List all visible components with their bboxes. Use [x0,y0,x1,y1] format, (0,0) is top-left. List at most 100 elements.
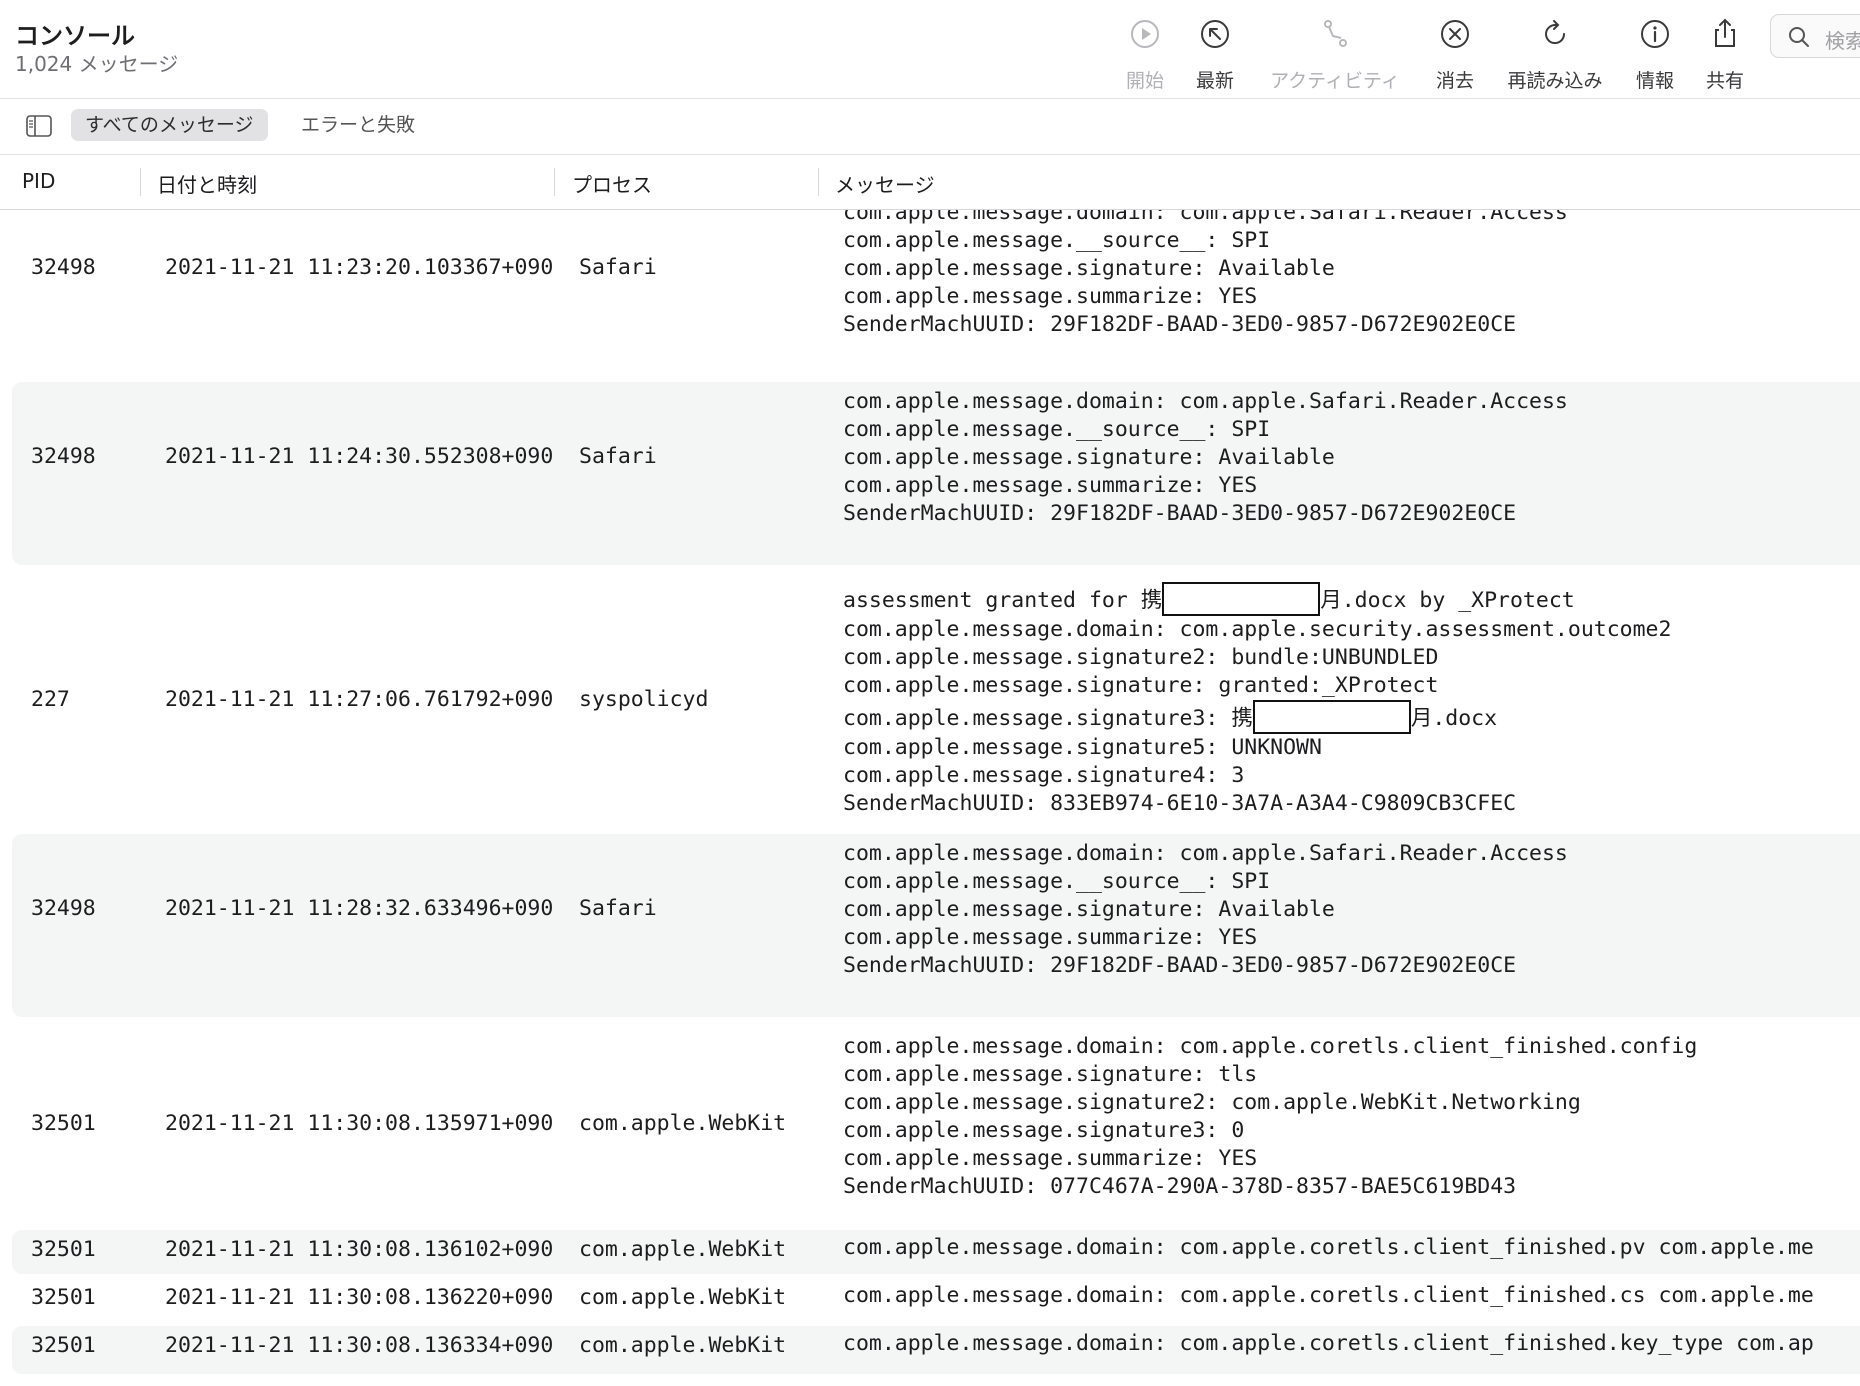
search-placeholder: 検索 [1825,29,1860,53]
activity-label: アクティビティ [1270,70,1400,92]
pid-cell: 32498 [31,896,96,921]
message-line: com.apple.message.signature5: UNKNOWN [843,735,1322,760]
message-line: com.apple.message.signature: granted:_XP… [843,673,1439,698]
info-label: 情報 [1635,70,1674,92]
clear-label: 消去 [1435,70,1474,92]
column-message[interactable]: メッセージ [835,169,935,198]
share-label: 共有 [1705,70,1744,92]
message-line: com.apple.message.signature: tls [843,1062,1258,1087]
reload-button[interactable]: 再読み込み [1500,16,1610,94]
column-header: PID 日付と時刻 プロセス メッセージ [0,155,1860,210]
message-line: com.apple.message.domain: com.apple.core… [843,1034,1698,1059]
pid-cell: 227 [31,687,70,712]
message-line: com.apple.message.signature2: bundle:UNB… [843,645,1439,670]
process-cell: Safari [579,896,657,921]
message-line: SenderMachUUID: 077C467A-290A-378D-8357-… [843,1174,1517,1199]
process-cell: Safari [579,444,657,469]
pid-cell: 32501 [31,1285,96,1310]
clear-button[interactable]: 消去 [1420,16,1490,94]
filter-errors-faults[interactable]: エラーと失敗 [287,109,429,141]
table-row[interactable]: 32501 2021-11-21 11:30:08.136102+0900 co… [12,1230,1860,1274]
column-date[interactable]: 日付と時刻 [157,169,257,198]
table-row[interactable]: 32501 2021-11-21 11:30:08.136220+0900 co… [12,1278,1860,1322]
message-line: com.apple.message.domain: com.apple.Safa… [843,389,1568,414]
message-line: com.apple.message.signature3: 携月.docx [843,700,1671,734]
process-cell: Safari [579,255,657,280]
latest-button[interactable]: 最新 [1180,16,1250,94]
process-cell: syspolicyd [579,687,709,712]
share-button[interactable]: 共有 [1690,16,1760,94]
date-cell: 2021-11-21 11:30:08.136334+0900 [165,1333,553,1358]
share-icon [1715,18,1735,47]
date-cell: 2021-11-21 11:30:08.135971+0900 [165,1111,553,1136]
pid-cell: 32498 [31,444,96,469]
date-cell: 2021-11-21 11:24:30.552308+0900 [165,444,553,469]
message-line: com.apple.message.domain: com.apple.Safa… [843,841,1568,866]
message-line: com.apple.message.signature: Available [843,256,1335,281]
message-cell: com.apple.message.domain: com.apple.core… [843,1283,1814,1308]
redaction-box [1252,700,1411,734]
activity-button[interactable]: アクティビティ [1260,16,1410,94]
message-line: SenderMachUUID: 833EB974-6E10-3A7A-A3A4-… [843,791,1517,816]
process-cell: com.apple.WebKit [579,1237,787,1262]
message-cell: assessment granted for 携月.docx by _XProt… [843,582,1671,818]
message-line: com.apple.message.domain: com.apple.secu… [843,617,1672,642]
table-row[interactable]: 32501 2021-11-21 11:30:08.135971+0900 co… [12,1017,1860,1239]
message-line: com.apple.message.__source__: SPI [843,228,1271,253]
clear-icon [1441,20,1469,48]
message-line: com.apple.message.signature3: 0 [843,1118,1245,1143]
column-process[interactable]: プロセス [572,169,652,198]
message-cell: com.apple.message.domain: com.apple.Safa… [843,210,1568,339]
date-cell: 2021-11-21 11:23:20.103367+0900 [165,255,553,280]
filter-bar: すべてのメッセージ エラーと失敗 [0,99,1860,155]
message-cell: com.apple.message.domain: com.apple.core… [843,1235,1814,1260]
message-line: assessment granted for 携月.docx by _XProt… [843,582,1671,616]
date-cell: 2021-11-21 11:28:32.633496+0900 [165,896,553,921]
table-row[interactable]: 32498 2021-11-21 11:24:30.552308+0900 Sa… [12,382,1860,565]
message-line: com.apple.message.signature: Available [843,445,1335,470]
message-cell: com.apple.message.domain: com.apple.core… [843,1033,1697,1201]
message-line: com.apple.message.summarize: YES [843,284,1258,309]
message-cell: com.apple.message.domain: com.apple.core… [843,1331,1814,1356]
column-divider[interactable] [818,168,819,196]
process-cell: com.apple.WebKit [579,1111,787,1136]
message-line: com.apple.message.signature: Available [843,897,1335,922]
message-line: com.apple.message.summarize: YES [843,473,1258,498]
search-icon [1789,27,1809,47]
message-line: com.apple.message.summarize: YES [843,1146,1258,1171]
table-row[interactable]: 227 2021-11-21 11:27:06.761792+0900 sysp… [12,565,1860,833]
column-divider[interactable] [140,168,141,196]
play-icon [1131,20,1159,48]
search-field[interactable]: 検索 [1770,14,1860,58]
column-pid[interactable]: PID [22,169,55,193]
message-line: com.apple.message.signature2: com.apple.… [843,1090,1581,1115]
pid-cell: 32501 [31,1237,96,1262]
pid-cell: 32501 [31,1333,96,1358]
message-cell: com.apple.message.domain: com.apple.Safa… [843,840,1568,980]
app-title: コンソール [15,22,135,50]
table-row[interactable]: 32501 2021-11-21 11:30:08.136334+0900 co… [12,1326,1860,1374]
sidebar-toggle-icon[interactable] [26,115,52,137]
message-cell: com.apple.message.domain: com.apple.Safa… [843,388,1568,528]
date-cell: 2021-11-21 11:27:06.761792+0900 [165,687,553,712]
info-button[interactable]: 情報 [1620,16,1690,94]
log-table: 32498 2021-11-21 11:23:20.103367+0900 Sa… [0,210,1860,1386]
table-row[interactable]: 32498 2021-11-21 11:28:32.633496+0900 Sa… [12,834,1860,1017]
message-line: com.apple.message.__source__: SPI [843,417,1271,442]
message-line: com.apple.message.domain: com.apple.Safa… [843,210,1568,225]
latest-label: 最新 [1195,70,1234,92]
filter-all-messages[interactable]: すべてのメッセージ [71,109,268,141]
table-row[interactable]: 32498 2021-11-21 11:23:20.103367+0900 Sa… [12,210,1860,353]
message-line: com.apple.message.signature4: 3 [843,763,1245,788]
column-divider[interactable] [554,168,555,196]
title-bar: コンソール 1,024 メッセージ 開始 最新 アクティビティ 消去 再読み込み… [0,0,1860,99]
activity-icon [1324,20,1347,47]
jump-to-latest-icon [1201,20,1229,48]
message-line: SenderMachUUID: 29F182DF-BAAD-3ED0-9857-… [843,501,1517,526]
reload-icon [1545,20,1566,45]
message-line: SenderMachUUID: 29F182DF-BAAD-3ED0-9857-… [843,953,1517,978]
message-line: SenderMachUUID: 29F182DF-BAAD-3ED0-9857-… [843,312,1517,337]
process-cell: com.apple.WebKit [579,1333,787,1358]
pid-cell: 32501 [31,1111,96,1136]
start-button[interactable]: 開始 [1110,16,1180,94]
